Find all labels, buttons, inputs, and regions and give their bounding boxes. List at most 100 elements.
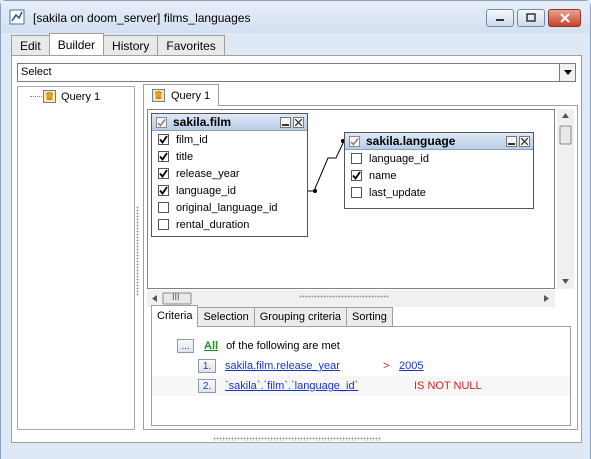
vertical-splitter[interactable] (136, 206, 139, 296)
field-name: language_id (176, 184, 236, 197)
condition-index-button[interactable]: 1. (198, 359, 216, 373)
title-bar: [sakila on doom_server] films_languages (1, 1, 590, 33)
app-window: [sakila on doom_server] films_languages … (0, 0, 591, 459)
check-icon (159, 186, 168, 195)
tab-grouping-criteria[interactable]: Grouping criteria (253, 307, 348, 327)
field-name: original_language_id (176, 201, 278, 214)
field-name: rental_duration (176, 218, 250, 231)
query-type-value: Select (21, 66, 52, 78)
field-row[interactable]: original_language_id (152, 199, 307, 216)
criteria-tabs: Criteria Selection Grouping criteria Sor… (151, 305, 393, 327)
builder-panel: Select Query 1 Query 1 sakila.film film_… (11, 55, 582, 443)
condition-value-link[interactable]: 2005 (399, 360, 423, 372)
query-tree: Query 1 (17, 86, 135, 430)
tab-edit[interactable]: Edit (11, 35, 50, 55)
chevron-down-icon (563, 70, 572, 75)
query-icon (43, 90, 56, 103)
scrollbar-graphics (559, 113, 572, 284)
check-icon (350, 137, 359, 146)
table-language-close-button[interactable] (519, 136, 530, 147)
query-area: sakila.film film_id title release_year lang… (143, 105, 578, 430)
table-film[interactable]: sakila.film film_idtitle release_yearlang… (151, 113, 308, 237)
tab-sorting[interactable]: Sorting (346, 307, 393, 327)
check-icon (157, 118, 166, 127)
criteria-row: 2. `sakila`.`film`.`language_id` IS NOT … (152, 376, 570, 396)
criteria-pane: ... All of the following are met 1. saki… (151, 326, 571, 426)
field-row[interactable]: release_year (152, 165, 307, 182)
table-film-header[interactable]: sakila.film (152, 114, 307, 131)
table-language-header[interactable]: sakila.language (345, 133, 533, 150)
table-language-name: sakila.language (366, 134, 456, 148)
scroll-thumb-grip: III (172, 292, 180, 302)
table-language[interactable]: sakila.language language_idname last_upda… (344, 132, 534, 209)
query-builder-icon (9, 9, 25, 25)
table-language-minimize-button[interactable] (506, 136, 517, 147)
field-checkbox[interactable] (351, 170, 362, 181)
field-row[interactable]: film_id (152, 131, 307, 148)
field-name: release_year (176, 167, 240, 180)
criteria-header-text: of the following are met (226, 340, 340, 352)
query-icon (152, 89, 165, 102)
tab-criteria[interactable]: Criteria (151, 305, 199, 327)
table-film-close-button[interactable] (293, 117, 304, 128)
table-checkbox[interactable] (349, 135, 360, 147)
field-checkbox[interactable] (158, 151, 169, 162)
condition-operator[interactable]: > (383, 360, 399, 372)
horizontal-splitter[interactable] (299, 295, 389, 298)
tree-item-query[interactable]: Query 1 (30, 90, 100, 103)
status-bar (1, 445, 590, 459)
tree-connector (30, 96, 42, 97)
field-name: name (369, 169, 397, 182)
table-checkbox[interactable] (156, 116, 167, 128)
field-checkbox[interactable] (158, 168, 169, 179)
tab-selection[interactable]: Selection (197, 307, 255, 327)
field-row[interactable]: title (152, 148, 307, 165)
tab-favorites[interactable]: Favorites (157, 35, 225, 55)
condition-operator[interactable]: IS NOT NULL (414, 380, 482, 392)
close-icon (559, 13, 570, 23)
criteria-header-row: ... All of the following are met (152, 336, 570, 356)
condition-field-link[interactable]: `sakila`.`film`.`language_id` (225, 380, 414, 392)
field-row[interactable]: language_id (152, 182, 307, 199)
tab-history[interactable]: History (103, 35, 159, 55)
field-row[interactable]: name (345, 167, 533, 184)
field-checkbox[interactable] (351, 187, 362, 198)
criteria-all-link[interactable]: All (204, 340, 218, 352)
field-row[interactable]: rental_duration (152, 216, 307, 233)
check-icon (159, 152, 168, 161)
field-checkbox[interactable] (351, 153, 362, 164)
field-checkbox[interactable] (158, 185, 169, 196)
condition-field-link[interactable]: sakila.film.release_year (225, 360, 383, 372)
tab-builder[interactable]: Builder (48, 33, 105, 55)
diagram-canvas[interactable]: sakila.film film_id title release_year lang… (147, 109, 555, 289)
field-checkbox[interactable] (158, 134, 169, 145)
scrollbar-graphics (152, 292, 549, 305)
tab-query-1[interactable]: Query 1 (143, 84, 219, 106)
tree-item-label: Query 1 (61, 90, 101, 103)
check-icon (159, 135, 168, 144)
field-row[interactable]: language_id (345, 150, 533, 167)
field-checkbox[interactable] (158, 202, 169, 213)
field-checkbox[interactable] (158, 219, 169, 230)
close-button[interactable] (548, 9, 581, 27)
dropdown-button[interactable] (559, 64, 575, 81)
field-name: language_id (369, 152, 429, 165)
criteria-row: 1. sakila.film.release_year > 2005 (152, 356, 570, 376)
minimize-icon (508, 143, 515, 145)
minimize-icon (282, 124, 289, 126)
maximize-button[interactable] (517, 9, 545, 27)
criteria-menu-button[interactable]: ... (177, 339, 194, 353)
field-row[interactable]: last_update (345, 184, 533, 201)
field-name: film_id (176, 133, 208, 146)
table-film-minimize-button[interactable] (280, 117, 291, 128)
close-icon (295, 119, 302, 126)
diagram-horizontal-scrollbar[interactable]: III (147, 290, 555, 307)
bottom-splitter[interactable] (213, 437, 381, 441)
query-type-select[interactable]: Select (17, 63, 576, 82)
diagram-vertical-scrollbar[interactable] (557, 109, 574, 289)
condition-index-button[interactable]: 2. (198, 379, 216, 393)
table-film-name: sakila.film (173, 115, 232, 129)
window-title: [sakila on doom_server] films_languages (33, 11, 251, 25)
minimize-button[interactable] (486, 9, 514, 27)
close-icon (521, 138, 528, 145)
